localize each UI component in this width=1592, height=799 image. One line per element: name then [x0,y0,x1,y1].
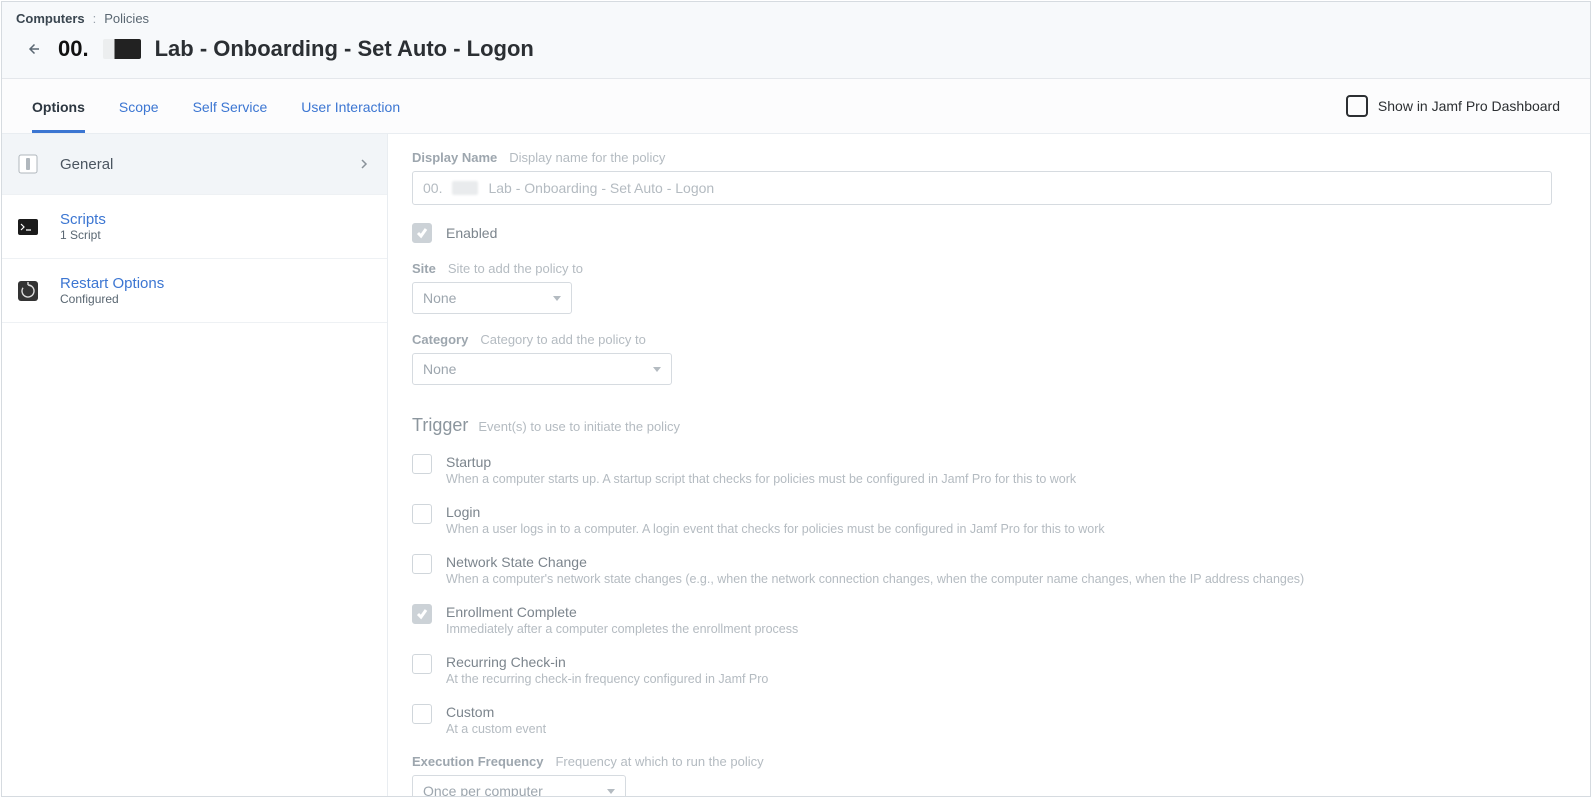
trigger-row: Recurring Check-in At the recurring check… [412,654,1512,686]
chevron-right-icon [359,159,369,169]
trigger-row: Startup When a computer starts up. A star… [412,454,1512,486]
trigger-desc: When a user logs in to a computer. A log… [446,522,1105,536]
breadcrumb-root[interactable]: Computers [16,11,85,26]
sidebar-item-label: Restart Options [60,275,369,292]
show-in-dashboard-label: Show in Jamf Pro Dashboard [1378,98,1560,114]
trigger-label: Recurring Check-in [446,654,768,670]
tab-self-service[interactable]: Self Service [193,79,268,133]
title-bar: 00. Lab - Onboarding - Set Auto - Logon [2,30,1590,79]
sidebar-item-label: General [60,156,341,173]
trigger-desc: At a custom event [446,722,546,736]
tab-scope[interactable]: Scope [119,79,159,133]
trigger-checkbox[interactable] [412,704,432,724]
category-hint: Category to add the policy to [480,332,646,347]
tabs: Options Scope Self Service User Interact… [32,79,400,133]
title-prefix: 00. [58,36,89,62]
trigger-row: Login When a user logs in to a computer. … [412,504,1512,536]
enabled-label: Enabled [446,225,497,241]
trigger-desc: When a computer's network state changes … [446,572,1304,586]
breadcrumb-current: Policies [104,11,149,26]
sidebar-item-sub: 1 Script [60,228,369,242]
trigger-label: Login [446,504,1105,520]
site-label: Site [412,261,436,276]
trigger-desc: When a computer starts up. A startup scr… [446,472,1076,486]
page-title: Lab - Onboarding - Set Auto - Logon [155,36,534,62]
general-icon [14,150,42,178]
arrow-left-icon [24,40,42,58]
trigger-desc: At the recurring check-in frequency conf… [446,672,768,686]
show-in-dashboard-checkbox[interactable] [1346,95,1368,117]
trigger-label: Enrollment Complete [446,604,798,620]
trigger-label: Network State Change [446,554,1304,570]
display-name-value: Lab - Onboarding - Set Auto - Logon [488,180,714,196]
category-select[interactable]: None [412,353,672,385]
sidebar-item-label: Scripts [60,211,369,228]
chevron-down-icon [553,296,561,301]
site-select[interactable]: None [412,282,572,314]
enabled-row: Enabled [412,223,1566,243]
sidebar-item-general[interactable]: General [2,134,387,195]
trigger-title: Trigger [412,415,468,436]
site-value: None [423,290,456,306]
tabs-bar: Options Scope Self Service User Interact… [2,79,1590,134]
trigger-label: Custom [446,704,546,720]
trigger-label: Startup [446,454,1076,470]
tab-options[interactable]: Options [32,79,85,133]
execution-frequency-hint: Frequency at which to run the policy [555,754,763,769]
trigger-checkbox[interactable] [412,604,432,624]
redacted-text [103,39,141,59]
execution-frequency-value: Once per computer [423,783,543,796]
execution-frequency-select[interactable]: Once per computer [412,775,626,796]
show-in-dashboard: Show in Jamf Pro Dashboard [1346,95,1560,117]
breadcrumb-separator: : [93,11,97,26]
scripts-icon [14,213,42,241]
display-name-prefix: 00. [423,180,442,196]
chevron-down-icon [653,367,661,372]
execution-frequency-label: Execution Frequency [412,754,543,769]
chevron-down-icon [607,789,615,794]
tab-user-interaction[interactable]: User Interaction [301,79,400,133]
site-hint: Site to add the policy to [448,261,583,276]
category-label: Category [412,332,468,347]
back-button[interactable] [22,38,44,60]
display-name-label: Display Name [412,150,497,165]
breadcrumb: Computers : Policies [2,2,1590,30]
category-value: None [423,361,456,377]
sidebar-item-restart[interactable]: Restart Options Configured [2,259,387,323]
trigger-hint: Event(s) to use to initiate the policy [478,419,680,434]
trigger-row: Enrollment Complete Immediately after a c… [412,604,1512,636]
trigger-checkbox[interactable] [412,454,432,474]
restart-icon [14,277,42,305]
main-panel: Display Name Display name for the policy… [388,134,1590,796]
sidebar: General Scripts 1 Script Restart Options [2,134,388,796]
enabled-checkbox[interactable] [412,223,432,243]
redacted-text [452,181,478,195]
trigger-checkbox[interactable] [412,654,432,674]
display-name-input[interactable]: 00. Lab - Onboarding - Set Auto - Logon [412,171,1552,205]
trigger-checkbox[interactable] [412,504,432,524]
trigger-row: Custom At a custom event [412,704,1512,736]
sidebar-item-sub: Configured [60,292,369,306]
trigger-desc: Immediately after a computer completes t… [446,622,798,636]
sidebar-item-scripts[interactable]: Scripts 1 Script [2,195,387,259]
display-name-hint: Display name for the policy [509,150,665,165]
trigger-row: Network State Change When a computer's ne… [412,554,1512,586]
trigger-checkbox[interactable] [412,554,432,574]
